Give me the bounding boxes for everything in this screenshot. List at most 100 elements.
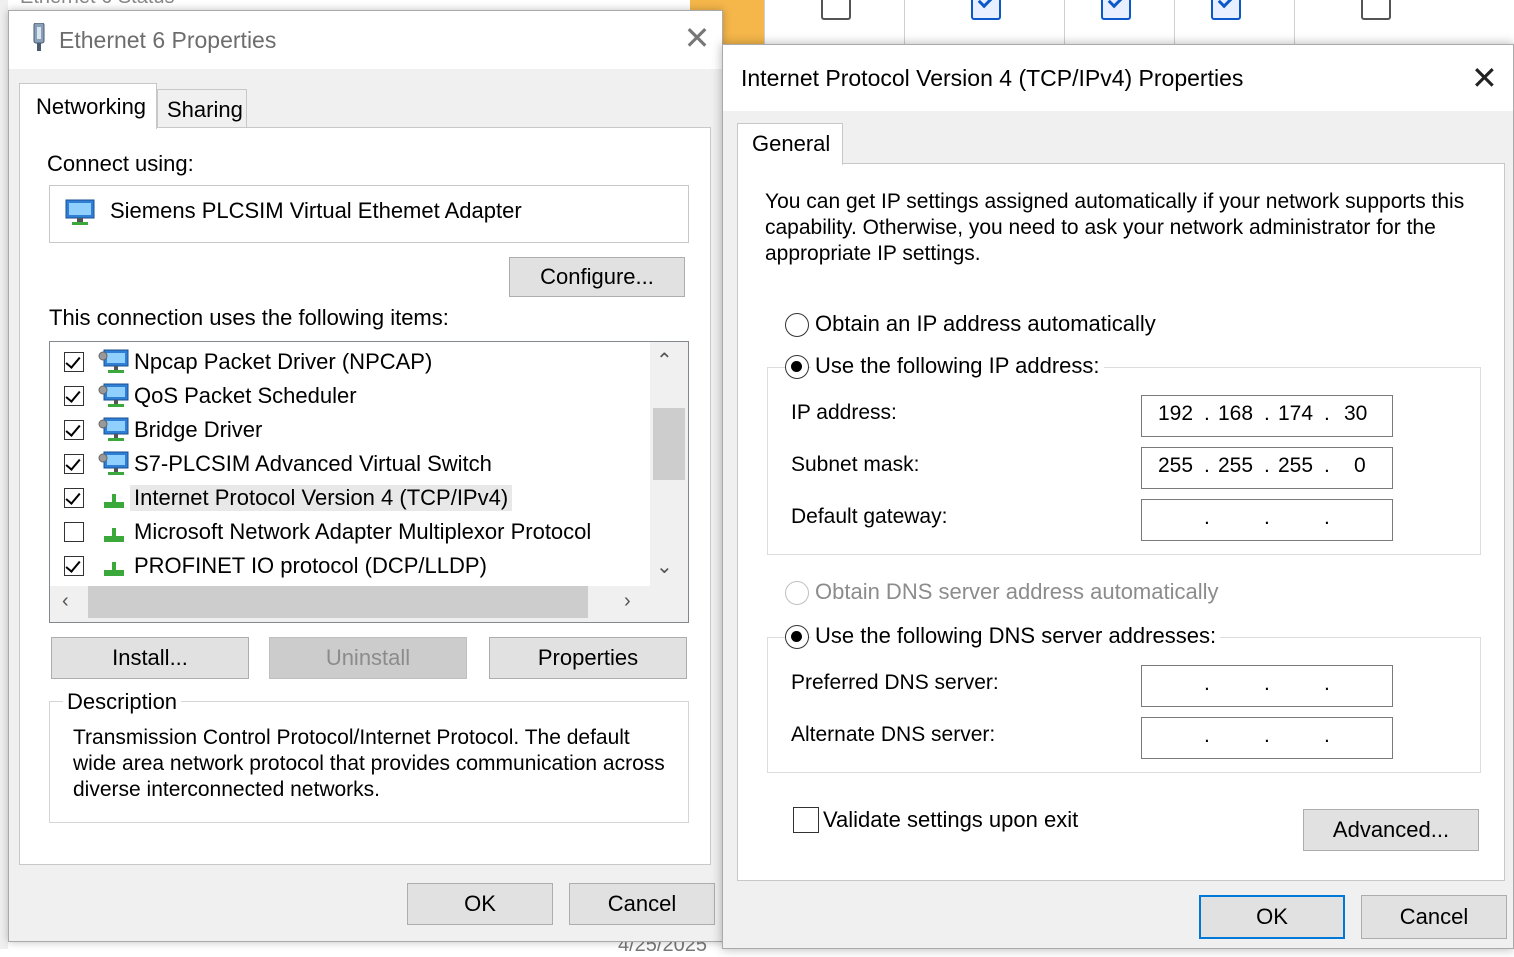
item-label: Internet Protocol Version 4 (TCP/IPv4) <box>130 485 513 511</box>
protocol-icon <box>104 528 124 542</box>
item-label: Npcap Packet Driver (NPCAP) <box>134 349 433 374</box>
obtain-ip-auto-radio[interactable] <box>785 313 809 337</box>
ip-octet: 192 <box>1158 402 1194 425</box>
items-label: This connection uses the following items… <box>49 305 449 330</box>
item-label: QoS Packet Scheduler <box>134 383 357 408</box>
octet-separator: . <box>1264 454 1270 477</box>
mask-octet: 0 <box>1354 454 1366 477</box>
close-icon[interactable]: ✕ <box>1471 59 1498 97</box>
ipv4-properties-dialog: Internet Protocol Version 4 (TCP/IPv4) P… <box>722 44 1514 949</box>
title-bar[interactable]: Ethernet 6 Properties ✕ <box>9 11 722 69</box>
ip-address-field[interactable]: 192 . 168 . 174 . 30 <box>1141 395 1393 437</box>
alternate-dns-field[interactable]: ... <box>1141 717 1393 759</box>
list-item[interactable]: S7-PLCSIM Advanced Virtual Switch <box>50 448 650 482</box>
components-list[interactable]: Npcap Packet Driver (NPCAP) QoS Packet Sc… <box>49 341 689 623</box>
tab-general[interactable]: General <box>737 123 843 165</box>
dialog-title: Internet Protocol Version 4 (TCP/IPv4) P… <box>741 65 1244 91</box>
obtain-dns-auto-label: Obtain DNS server address automatically <box>815 579 1219 604</box>
validate-label: Validate settings upon exit <box>823 807 1079 832</box>
cancel-button[interactable]: Cancel <box>1361 895 1507 939</box>
obtain-ip-auto-label: Obtain an IP address automatically <box>815 311 1156 336</box>
protocol-icon <box>104 562 124 576</box>
mask-octet: 255 <box>1218 454 1254 477</box>
obtain-dns-auto-radio[interactable] <box>785 581 809 605</box>
uninstall-button[interactable]: Uninstall <box>269 637 467 679</box>
install-button[interactable]: Install... <box>51 637 249 679</box>
properties-button[interactable]: Properties <box>489 637 687 679</box>
alternate-dns-label: Alternate DNS server: <box>791 723 996 746</box>
validate-checkbox[interactable] <box>793 807 819 833</box>
scroll-left-icon[interactable]: ‹ <box>62 590 69 613</box>
octet-separator: . <box>1324 454 1330 477</box>
scroll-right-icon[interactable]: › <box>624 590 631 613</box>
item-checkbox[interactable] <box>64 556 84 576</box>
network-service-icon <box>98 349 129 373</box>
default-gateway-label: Default gateway: <box>791 505 948 528</box>
tab-label: General <box>752 131 831 156</box>
description-text: Transmission Control Protocol/Internet P… <box>73 726 665 801</box>
scroll-down-icon[interactable]: ⌄ <box>656 554 673 579</box>
adapter-name: Siemens PLCSIM Virtual Ethemet Adapter <box>110 198 522 223</box>
ethernet-properties-dialog: Ethernet 6 Properties ✕ Networking Shari… <box>8 10 723 942</box>
ip-octet: 168 <box>1218 402 1254 425</box>
item-checkbox[interactable] <box>64 522 84 542</box>
ip-octet: 174 <box>1278 402 1314 425</box>
configure-button[interactable]: Configure... <box>509 257 685 297</box>
octet-separator: . <box>1204 454 1210 477</box>
list-item[interactable]: Internet Protocol Version 4 (TCP/IPv4) <box>50 482 650 516</box>
intro-text: You can get IP settings assigned automat… <box>765 190 1465 265</box>
scrollbar-thumb[interactable] <box>653 408 685 480</box>
mask-octet: 255 <box>1278 454 1314 477</box>
network-service-icon <box>98 451 129 475</box>
use-dns-radio[interactable] <box>785 625 809 649</box>
mask-octet: 255 <box>1158 454 1194 477</box>
network-adapter-icon <box>33 23 45 51</box>
use-ip-radio[interactable] <box>785 355 809 379</box>
cancel-button[interactable]: Cancel <box>569 883 715 925</box>
item-checkbox[interactable] <box>64 420 84 440</box>
list-item[interactable]: Microsoft Network Adapter Multiplexor Pr… <box>50 516 650 550</box>
item-label: S7-PLCSIM Advanced Virtual Switch <box>134 451 492 476</box>
list-item[interactable]: Bridge Driver <box>50 414 650 448</box>
octet-separator: . <box>1324 402 1330 425</box>
subnet-mask-field[interactable]: 255 . 255 . 255 . 0 <box>1141 447 1393 489</box>
octet-separator: . <box>1264 402 1270 425</box>
use-ip-label: Use the following IP address: <box>811 353 1104 379</box>
item-checkbox[interactable] <box>64 352 84 372</box>
network-computer-icon <box>65 199 95 225</box>
scrollbar-thumb[interactable] <box>88 586 588 618</box>
adapter-field: Siemens PLCSIM Virtual Ethemet Adapter <box>49 185 689 243</box>
ip-address-label: IP address: <box>791 401 897 424</box>
advanced-button[interactable]: Advanced... <box>1303 809 1479 851</box>
item-label: PROFINET IO protocol (DCP/LLDP) <box>134 553 487 578</box>
list-item[interactable]: Npcap Packet Driver (NPCAP) <box>50 346 650 380</box>
close-icon[interactable]: ✕ <box>681 22 713 55</box>
tab-label: Sharing <box>167 97 243 122</box>
item-checkbox[interactable] <box>64 386 84 406</box>
item-label: Microsoft Network Adapter Multiplexor Pr… <box>134 519 592 544</box>
network-service-icon <box>98 383 129 407</box>
preferred-dns-field[interactable]: ... <box>1141 665 1393 707</box>
octet-separator: . <box>1204 402 1210 425</box>
item-checkbox[interactable] <box>64 488 84 508</box>
tab-sharing[interactable]: Sharing <box>157 89 247 127</box>
list-item[interactable]: QoS Packet Scheduler <box>50 380 650 414</box>
background-edge <box>0 0 8 949</box>
background-grid <box>690 0 1514 46</box>
ok-button[interactable]: OK <box>1199 895 1345 939</box>
subnet-mask-label: Subnet mask: <box>791 453 920 476</box>
item-checkbox[interactable] <box>64 454 84 474</box>
item-label: Bridge Driver <box>134 417 263 442</box>
network-service-icon <box>98 417 129 441</box>
ok-button[interactable]: OK <box>407 883 553 925</box>
tab-label: Networking <box>36 94 147 119</box>
list-item[interactable]: PROFINET IO protocol (DCP/LLDP) <box>50 550 650 584</box>
use-dns-label: Use the following DNS server addresses: <box>811 623 1221 649</box>
title-bar[interactable]: Internet Protocol Version 4 (TCP/IPv4) P… <box>723 45 1513 111</box>
default-gateway-field[interactable]: ... <box>1141 499 1393 541</box>
tab-networking[interactable]: Networking <box>19 83 157 129</box>
scroll-up-icon[interactable]: ⌃ <box>656 348 673 373</box>
description-legend: Description <box>63 689 182 715</box>
preferred-dns-label: Preferred DNS server: <box>791 671 999 694</box>
ip-octet: 30 <box>1344 402 1368 425</box>
